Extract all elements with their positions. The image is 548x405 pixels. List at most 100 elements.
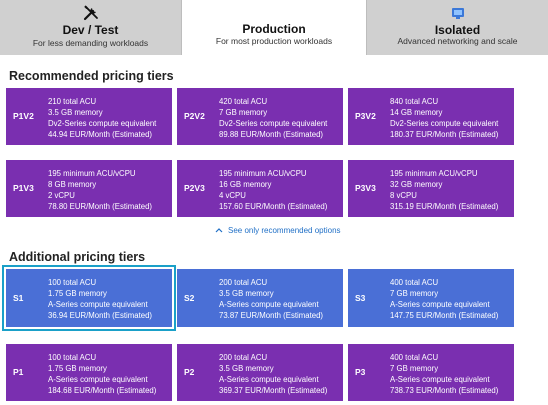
tier-details: 195 minimum ACU/vCPU 8 GB memory 2 vCPU … (48, 168, 152, 212)
tier-detail-line: 2 vCPU (48, 191, 75, 200)
tier-detail-line: 3.5 GB memory (219, 289, 274, 298)
tier-detail-line: 195 minimum ACU/vCPU (390, 169, 478, 178)
tier-details: 210 total ACU 3.5 GB memory Dv2-Series c… (48, 96, 156, 140)
tier-detail-line: A-Series compute equivalent (390, 300, 490, 309)
tier-tile-p3v3[interactable]: P3V3 195 minimum ACU/vCPU 32 GB memory 8… (348, 160, 514, 217)
tier-name: P3V3 (355, 183, 376, 193)
tier-detail-line: 400 total ACU (390, 353, 439, 362)
tier-detail-line: 400 total ACU (390, 278, 439, 287)
tier-details: 195 minimum ACU/vCPU 16 GB memory 4 vCPU… (219, 168, 327, 212)
tier-detail-line: 210 total ACU (48, 97, 97, 106)
tier-tile-p2v3[interactable]: P2V3 195 minimum ACU/vCPU 16 GB memory 4… (177, 160, 343, 217)
tab-subtitle: For most production workloads (215, 36, 333, 46)
tier-detail-line: 1.75 GB memory (48, 289, 107, 298)
additional-section-title: Additional pricing tiers (9, 250, 146, 264)
tier-name: P1V3 (13, 183, 34, 193)
tier-detail-line: 16 GB memory (219, 180, 272, 189)
chevron-up-icon (215, 226, 223, 235)
tab-production[interactable]: Production For most production workloads (182, 0, 366, 55)
tier-price: 369.37 EUR/Month (Estimated) (219, 386, 328, 395)
tier-detail-line: A-Series compute equivalent (219, 375, 319, 384)
tier-detail-line: A-Series compute equivalent (48, 300, 148, 309)
tier-name: S2 (184, 293, 195, 303)
tier-detail-line: 3.5 GB memory (219, 364, 274, 373)
tier-details: 195 minimum ACU/vCPU 32 GB memory 8 vCPU… (390, 168, 498, 212)
tier-price: 738.73 EUR/Month (Estimated) (390, 386, 499, 395)
see-recommended-link[interactable]: See only recommended options (215, 226, 341, 235)
tier-name: P2V3 (184, 183, 205, 193)
tier-name: P2V2 (184, 111, 205, 121)
tier-name: S3 (355, 293, 366, 303)
tier-price: 184.68 EUR/Month (Estimated) (48, 386, 157, 395)
tier-details: 840 total ACU 14 GB memory Dv2-Series co… (390, 96, 498, 140)
tab-subtitle: Advanced networking and scale (397, 36, 518, 46)
tier-price: 44.94 EUR/Month (Estimated) (48, 130, 153, 139)
tier-price: 78.80 EUR/Month (Estimated) (48, 202, 153, 211)
tier-price: 89.88 EUR/Month (Estimated) (219, 130, 324, 139)
tier-tile-p3[interactable]: P3 400 total ACU 7 GB memory A-Series co… (348, 344, 514, 401)
tab-title: Dev / Test (62, 23, 119, 37)
tier-price: 73.87 EUR/Month (Estimated) (219, 311, 324, 320)
tier-detail-line: 8 vCPU (390, 191, 417, 200)
tier-tile-s1[interactable]: S1 100 total ACU 1.75 GB memory A-Series… (2, 265, 176, 331)
tier-details: 200 total ACU 3.5 GB memory A-Series com… (219, 277, 323, 321)
tier-detail-line: 32 GB memory (390, 180, 443, 189)
tier-detail-line: 7 GB memory (219, 108, 268, 117)
tab-title: Production (242, 22, 306, 36)
tier-detail-line: 840 total ACU (390, 97, 439, 106)
tier-price: 180.37 EUR/Month (Estimated) (390, 130, 499, 139)
tier-name: S1 (13, 293, 24, 303)
tier-detail-line: Dv2-Series compute equivalent (390, 119, 499, 128)
tier-detail-line: Dv2-Series compute equivalent (219, 119, 328, 128)
tab-dev-test[interactable]: Dev / Test For less demanding workloads (0, 0, 182, 55)
tier-name: P1V2 (13, 111, 34, 121)
tier-detail-line: 7 GB memory (390, 364, 439, 373)
tier-details: 400 total ACU 7 GB memory A-Series compu… (390, 277, 498, 321)
tier-details: 100 total ACU 1.75 GB memory A-Series co… (48, 352, 156, 396)
tier-detail-line: A-Series compute equivalent (48, 375, 148, 384)
tier-detail-line: 8 GB memory (48, 180, 97, 189)
tools-icon (83, 5, 99, 21)
tier-detail-line: 3.5 GB memory (48, 108, 103, 117)
tab-isolated[interactable]: Isolated Advanced networking and scale (366, 0, 548, 55)
tier-detail-line: 100 total ACU (48, 353, 97, 362)
tier-details: 200 total ACU 3.5 GB memory A-Series com… (219, 352, 327, 396)
tier-price: 157.60 EUR/Month (Estimated) (219, 202, 328, 211)
tier-name: P1 (13, 367, 24, 377)
tier-tile-p1v3[interactable]: P1V3 195 minimum ACU/vCPU 8 GB memory 2 … (6, 160, 172, 217)
tier-details: 100 total ACU 1.75 GB memory A-Series co… (48, 277, 152, 321)
tier-detail-line: 200 total ACU (219, 278, 268, 287)
tab-subtitle: For less demanding workloads (32, 38, 149, 48)
tier-detail-line: Dv2-Series compute equivalent (48, 119, 157, 128)
tier-detail-line: 4 vCPU (219, 191, 246, 200)
tier-tile-p3v2[interactable]: P3V2 840 total ACU 14 GB memory Dv2-Seri… (348, 88, 514, 145)
tier-detail-line: 7 GB memory (390, 289, 439, 298)
tier-price: 315.19 EUR/Month (Estimated) (390, 202, 499, 211)
tier-detail-line: 100 total ACU (48, 278, 97, 287)
tier-detail-line: 1.75 GB memory (48, 364, 107, 373)
tier-detail-line: A-Series compute equivalent (219, 300, 319, 309)
tier-details: 420 total ACU 7 GB memory Dv2-Series com… (219, 96, 327, 140)
tier-price: 36.94 EUR/Month (Estimated) (48, 311, 153, 320)
tier-tile-s2[interactable]: S2 200 total ACU 3.5 GB memory A-Series … (177, 269, 343, 327)
shield-network-icon (451, 6, 465, 20)
tier-detail-line: 14 GB memory (390, 108, 443, 117)
tier-detail-line: 200 total ACU (219, 353, 268, 362)
tier-price: 147.75 EUR/Month (Estimated) (390, 311, 499, 320)
tier-tile-p1v2[interactable]: P1V2 210 total ACU 3.5 GB memory Dv2-Ser… (6, 88, 172, 145)
tier-tile-s3[interactable]: S3 400 total ACU 7 GB memory A-Series co… (348, 269, 514, 327)
tier-name: P3 (355, 367, 366, 377)
tier-tile-p1[interactable]: P1 100 total ACU 1.75 GB memory A-Series… (6, 344, 172, 401)
environment-tabs: Dev / Test For less demanding workloads … (0, 0, 548, 55)
tier-name: P3V2 (355, 111, 376, 121)
tier-detail-line: A-Series compute equivalent (390, 375, 490, 384)
tier-tile-p2[interactable]: P2 200 total ACU 3.5 GB memory A-Series … (177, 344, 343, 401)
tier-details: 400 total ACU 7 GB memory A-Series compu… (390, 352, 498, 396)
tier-tile-p2v2[interactable]: P2V2 420 total ACU 7 GB memory Dv2-Serie… (177, 88, 343, 145)
tier-name: P2 (184, 367, 195, 377)
tier-detail-line: 195 minimum ACU/vCPU (48, 169, 136, 178)
link-label: See only recommended options (228, 226, 341, 235)
tier-detail-line: 195 minimum ACU/vCPU (219, 169, 307, 178)
tier-detail-line: 420 total ACU (219, 97, 268, 106)
recommended-section-title: Recommended pricing tiers (9, 69, 174, 83)
